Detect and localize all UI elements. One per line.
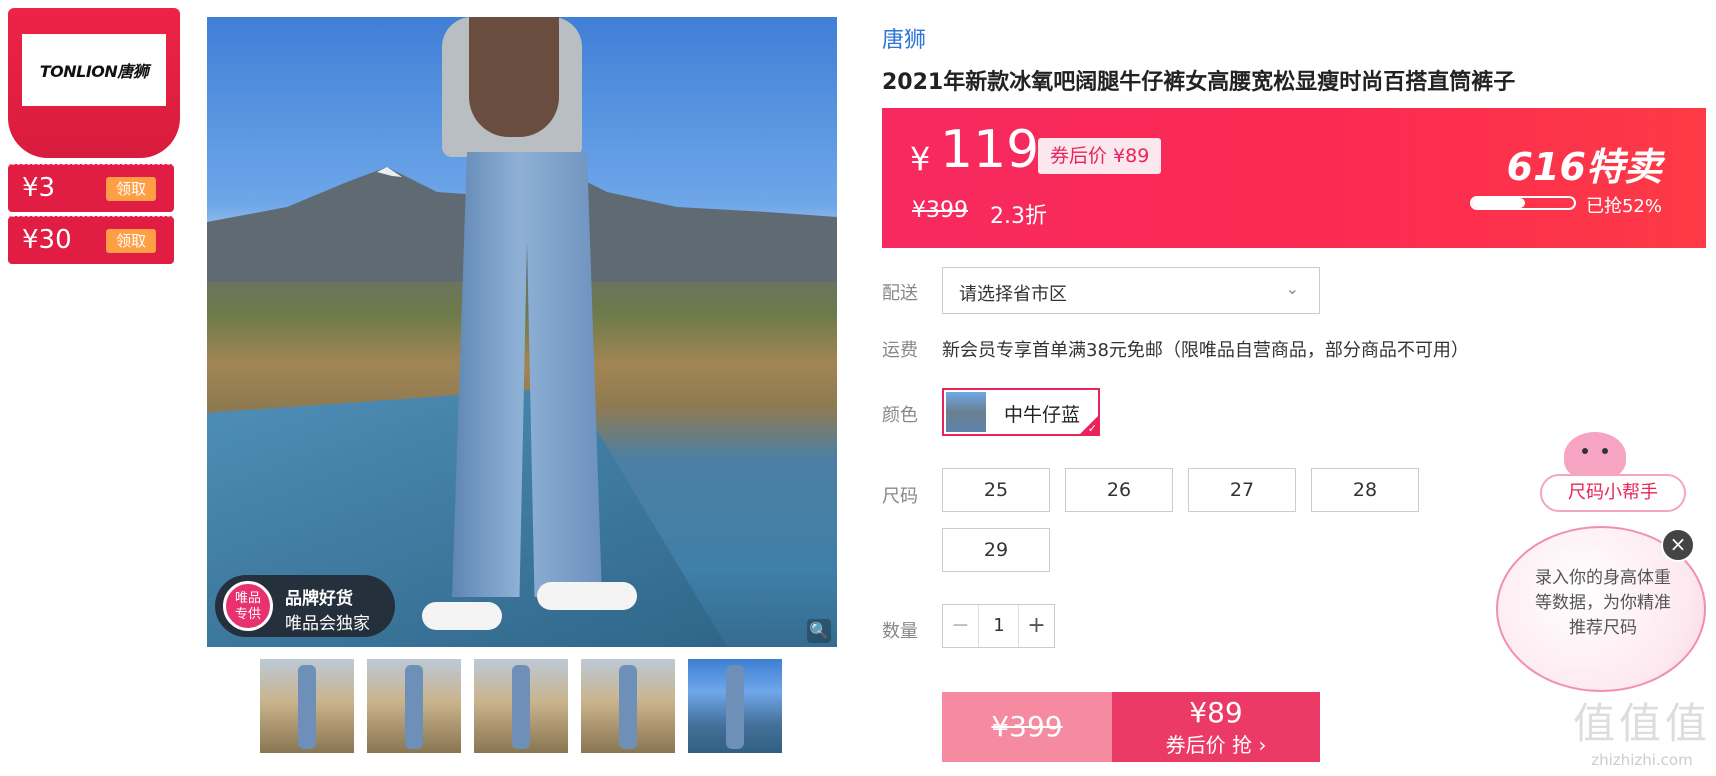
color-label: 颜色 <box>882 405 918 426</box>
price-panel: ¥ 119 券后价 ¥89 ¥399 2.3折 616特卖 已抢52% <box>882 108 1706 248</box>
quantity-increment-button[interactable]: + <box>1018 605 1054 647</box>
mascot-icon[interactable] <box>1564 432 1626 480</box>
size-option[interactable]: 25 <box>942 468 1050 512</box>
shipping-label: 运费 <box>882 340 918 361</box>
delivery-label: 配送 <box>882 283 918 304</box>
color-option-selected[interactable]: 中牛仔蓝 ✓ <box>942 388 1100 436</box>
magnifier-icon[interactable]: 🔍 <box>807 619 831 643</box>
vip-badge-subtitle: 唯品会独家 <box>285 614 370 634</box>
vip-exclusive-badge: 唯品 专供 品牌好货 唯品会独家 <box>215 575 395 637</box>
sold-progress-text: 已抢52% <box>1585 196 1662 217</box>
thumbnail[interactable] <box>474 659 568 753</box>
brand-logo-text: TONLION唐狮 <box>39 62 149 81</box>
brand-card[interactable]: TONLION唐狮 <box>8 8 180 158</box>
discount-rate: 2.3折 <box>990 204 1047 229</box>
close-icon[interactable]: × <box>1661 528 1695 562</box>
buy-original-price: ¥399 <box>942 692 1112 762</box>
thumbnail[interactable] <box>688 659 782 753</box>
buy-bar: ¥399 ¥89 券后价 抢 › <box>942 692 1320 762</box>
watermark-url: zhizhizhi.com <box>1591 751 1693 769</box>
quantity-label: 数量 <box>882 621 918 642</box>
sold-progress-bar <box>1470 196 1576 210</box>
coupon-30: ¥30 领取 <box>8 216 174 264</box>
coupon-claim-button[interactable]: 领取 <box>106 177 156 201</box>
shipping-text: 新会员专享首单满38元免邮（限唯品自营商品，部分商品不可用） <box>942 340 1469 361</box>
size-option[interactable]: 26 <box>1065 468 1173 512</box>
size-option[interactable]: 27 <box>1188 468 1296 512</box>
region-select[interactable]: 请选择省市区 ⌄ <box>942 267 1320 314</box>
promo-label: 616特卖 <box>1506 145 1662 189</box>
region-select-value: 请选择省市区 <box>959 284 1067 305</box>
coupon-amount: ¥3 <box>22 173 56 203</box>
site-watermark: 值值值 zhizhizhi.com <box>1568 690 1716 769</box>
brand-logo[interactable]: TONLION唐狮 <box>22 34 166 106</box>
quantity-decrement-button[interactable]: − <box>943 605 979 647</box>
quantity-input[interactable]: 1 <box>979 605 1019 647</box>
model-shoe-right <box>537 582 637 610</box>
product-title: 2021年新款冰氧吧阔腿牛仔裤女高腰宽松显瘦时尚百搭直筒裤子 <box>882 70 1516 95</box>
coupon-amount: ¥30 <box>22 225 72 255</box>
color-name: 中牛仔蓝 <box>1004 404 1081 426</box>
vip-badge-title: 品牌好货 <box>285 589 353 609</box>
checkmark-icon: ✓ <box>1087 422 1097 435</box>
size-label: 尺码 <box>882 486 918 507</box>
size-option[interactable]: 28 <box>1311 468 1419 512</box>
currency-symbol: ¥ <box>910 140 931 178</box>
color-swatch-image <box>946 392 986 432</box>
thumbnail-strip <box>260 659 782 753</box>
buy-cta-label: 券后价 抢 › <box>1165 733 1267 757</box>
buy-coupon-price: ¥89 <box>1189 696 1243 729</box>
main-product-image[interactable]: 唯品 专供 品牌好货 唯品会独家 🔍 <box>207 17 837 647</box>
brand-link[interactable]: 唐狮 <box>882 22 926 54</box>
thumbnail[interactable] <box>260 659 354 753</box>
thumbnail[interactable] <box>367 659 461 753</box>
size-option[interactable]: 29 <box>942 528 1050 572</box>
sold-progress-fill <box>1472 198 1526 208</box>
size-helper-button[interactable]: 尺码小帮手 <box>1540 474 1686 512</box>
buy-now-button[interactable]: ¥89 券后价 抢 › <box>1112 692 1320 762</box>
current-price: 119 <box>940 120 1040 180</box>
thumbnail[interactable] <box>581 659 675 753</box>
watermark-logo: 值值值 <box>1572 699 1711 748</box>
size-helper-text: 录入你的身高体重等数据，为你精准推荐尺码 <box>1535 568 1671 638</box>
quantity-stepper: − 1 + <box>942 604 1055 648</box>
after-coupon-price: 券后价 ¥89 <box>1038 138 1162 174</box>
model-shoe-left <box>422 602 502 630</box>
vip-circle-icon: 唯品 专供 <box>223 581 273 631</box>
original-price: ¥399 <box>912 198 968 223</box>
model-hair <box>469 17 559 137</box>
coupon-claim-button[interactable]: 领取 <box>106 229 156 253</box>
coupon-3: ¥3 领取 <box>8 164 174 212</box>
chevron-down-icon: ⌄ <box>1285 279 1299 298</box>
